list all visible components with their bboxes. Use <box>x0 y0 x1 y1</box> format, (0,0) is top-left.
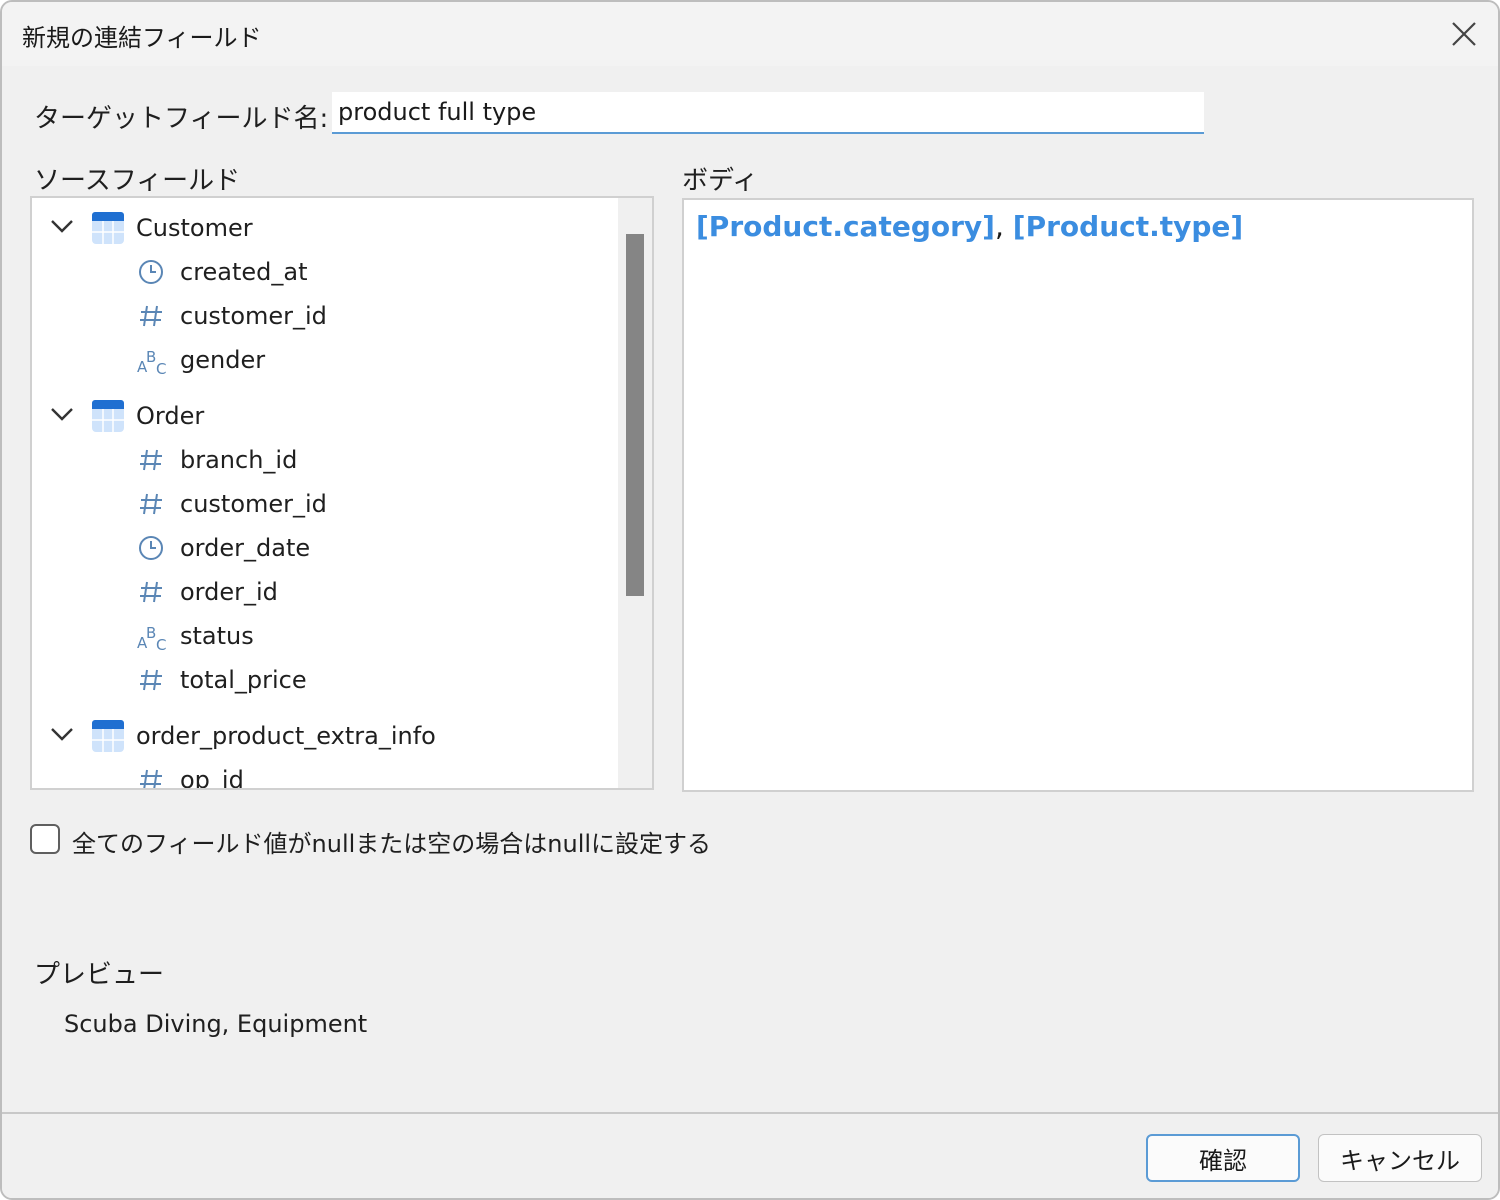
svg-text:C: C <box>156 636 166 651</box>
clock-icon <box>136 533 166 563</box>
dialog-footer: 確認 キャンセル <box>2 1112 1498 1198</box>
null-if-empty-label: 全てのフィールド値がnullまたは空の場合はnullに設定する <box>72 830 712 858</box>
hash-icon <box>136 665 166 695</box>
close-icon <box>1452 22 1476 46</box>
clock-icon <box>136 257 166 287</box>
body-token-type[interactable]: [Product.type] <box>1013 210 1243 243</box>
hash-icon <box>136 301 166 331</box>
body-token-category[interactable]: [Product.category] <box>696 210 995 243</box>
tree-field-row[interactable]: A B C status <box>32 614 612 658</box>
tree-field-label: gender <box>180 346 266 374</box>
tree-field-row[interactable]: op_id <box>32 758 612 790</box>
hash-icon <box>136 489 166 519</box>
null-if-empty-checkbox[interactable] <box>30 824 60 854</box>
source-fields-label: ソースフィールド <box>34 166 241 196</box>
tree-field-label: total_price <box>180 666 307 694</box>
tree-field-label: created_at <box>180 258 308 286</box>
target-field-label: ターゲットフィールド名: <box>34 104 329 134</box>
chevron-down-icon[interactable] <box>48 720 76 748</box>
tree-group-row[interactable]: Order <box>32 386 612 438</box>
tree-field-row[interactable]: created_at <box>32 250 612 294</box>
close-button[interactable] <box>1440 10 1488 58</box>
body-separator: , <box>994 210 1013 243</box>
confirm-button[interactable]: 確認 <box>1146 1134 1300 1182</box>
hash-icon <box>136 445 166 475</box>
svg-text:B: B <box>146 348 156 366</box>
target-field-input[interactable] <box>332 92 1204 134</box>
tree-scrollbar-thumb[interactable] <box>626 234 644 596</box>
tree-field-label: customer_id <box>180 302 327 330</box>
preview-value: Scuba Diving, Equipment <box>64 1010 368 1038</box>
tree-scrollbar[interactable] <box>618 198 652 788</box>
table-icon <box>92 400 124 432</box>
tree-field-row[interactable]: customer_id <box>32 294 612 338</box>
body-editor[interactable]: [Product.category], [Product.type] <box>682 198 1474 792</box>
preview-label: プレビュー <box>34 960 165 990</box>
tree-field-label: customer_id <box>180 490 327 518</box>
table-icon <box>92 212 124 244</box>
table-icon <box>92 720 124 752</box>
tree-field-label: order_date <box>180 534 311 562</box>
tree-field-row[interactable]: branch_id <box>32 438 612 482</box>
tree-field-row[interactable]: order_date <box>32 526 612 570</box>
cancel-button[interactable]: キャンセル <box>1318 1134 1482 1182</box>
tree-field-row[interactable]: A B C gender <box>32 338 612 382</box>
tree-field-row[interactable]: order_id <box>32 570 612 614</box>
tree-group-label: Customer <box>136 214 253 242</box>
body-label: ボディ <box>682 166 759 196</box>
abc-icon: ABC <box>136 621 166 651</box>
tree-field-row[interactable]: customer_id <box>32 482 612 526</box>
tree-group-row[interactable]: Customer <box>32 198 612 250</box>
tree-field-label: op_id <box>180 766 244 790</box>
tree-group-label: Order <box>136 402 205 430</box>
tree-field-row[interactable]: total_price <box>32 658 612 702</box>
hash-icon <box>136 765 166 788</box>
svg-text:B: B <box>146 624 156 642</box>
title-bar: 新規の連結フィールド <box>2 2 1498 66</box>
tree-field-label: branch_id <box>180 446 298 474</box>
concat-field-dialog: 新規の連結フィールド ターゲットフィールド名: ソースフィールド ボディ Cus… <box>0 0 1500 1200</box>
tree-field-label: status <box>180 622 254 650</box>
chevron-down-icon[interactable] <box>48 212 76 240</box>
tree-group-row[interactable]: order_product_extra_info <box>32 706 612 758</box>
tree-field-label: order_id <box>180 578 278 606</box>
tree-group-label: order_product_extra_info <box>136 722 436 750</box>
chevron-down-icon[interactable] <box>48 400 76 428</box>
abc-icon: ABC <box>136 345 166 375</box>
dialog-title: 新規の連結フィールド <box>22 24 262 52</box>
svg-text:C: C <box>156 360 166 375</box>
hash-icon <box>136 577 166 607</box>
source-field-tree[interactable]: Customer created_at customer_id A B C gender Or… <box>30 196 654 790</box>
